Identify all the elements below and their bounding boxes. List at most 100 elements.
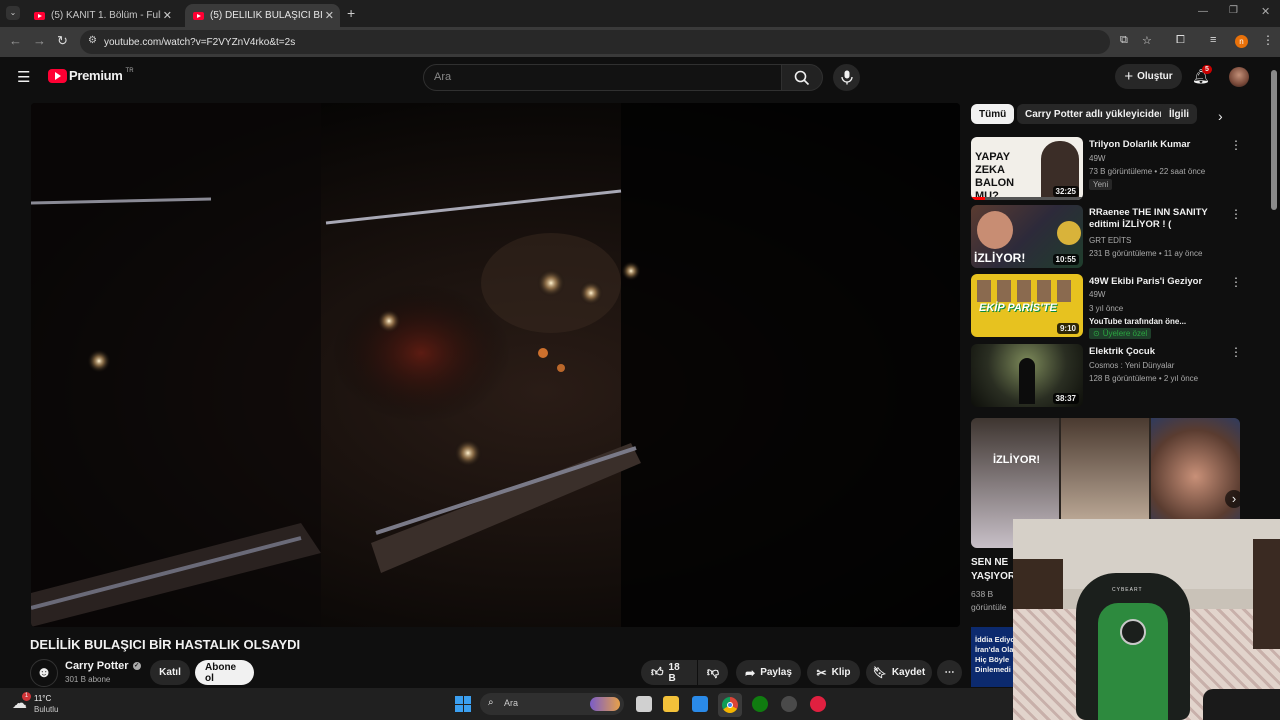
reading-list-icon[interactable]: ≡ [1210,34,1216,46]
like-button[interactable]: 👍︎ 18 B [641,660,697,685]
share-arrow-icon: ➦ [745,665,756,680]
share-button[interactable]: ➦ Paylaş [736,660,801,685]
thumbnail-caption: YAPAY ZEKA BALON MU? [975,151,1015,200]
forward-icon[interactable]: → [33,33,46,48]
close-tab-icon[interactable]: ✕ [163,9,172,22]
taskbar-search-label: Ara [504,698,519,708]
browser-tab-1[interactable]: (5) KANIT 1. Bölüm - Full Bölüm ✕ [26,4,178,27]
suggestion-title[interactable]: RRaenee THE INN SANITY editimi İZLİYOR !… [1089,207,1221,231]
weather-widget[interactable]: ☁ 1 11°C Bulutlu [10,692,90,716]
maximize-window-icon[interactable]: ❐ [1229,5,1238,16]
more-actions-button[interactable]: ⋯ [937,660,962,685]
task-view-icon[interactable] [636,696,652,712]
app-red-icon[interactable] [810,696,826,712]
scrollbar-thumb[interactable] [1271,70,1277,210]
youtube-header: ☰ Premium TR Ara + Oluştur 🔔︎ 5 [0,57,1280,99]
xbox-icon[interactable] [752,696,768,712]
steam-icon[interactable] [781,696,797,712]
minimize-window-icon[interactable]: — [1198,6,1208,17]
suggestion-title[interactable]: 49W Ekibi Paris'i Geziyor [1089,276,1221,287]
suggestion-thumbnail[interactable]: İZLİYOR! 10:55 [971,205,1083,268]
voice-search-button[interactable] [833,64,860,91]
thumbs-up-icon: 👍︎ [651,665,664,679]
browser-menu-icon[interactable]: ⋮ [1262,33,1274,47]
mix-title-line: YAŞIYOR [971,571,1016,582]
suggestion-meta: 73 B görüntüleme • 22 saat önce [1089,167,1206,176]
suggestion-menu-icon[interactable]: ⋮ [1230,139,1242,151]
bookmark-star-icon[interactable]: ☆ [1142,34,1152,47]
url-text: youtube.com/watch?v=F2VYZnV4rko&t=2s [104,36,296,48]
youtube-premium-logo[interactable]: Premium TR [48,68,134,83]
taskbar-search-icon: ⌕ [488,697,494,708]
news-line: İddia Ediyo [975,635,1015,644]
browser-tab-2[interactable]: (5) DELİLİK BULAŞICI BİR HASTALIK ✕ [185,4,340,27]
logo-text: Premium [69,68,123,83]
mix-thumbnail-caption: İZLİYOR! [993,454,1041,466]
suggestion-thumbnail[interactable]: 38:37 [971,344,1083,407]
suggestion-thumbnail[interactable]: EKİP PARİS'TE 9:10 [971,274,1083,337]
suggestion-channel[interactable]: 49W [1089,290,1105,299]
install-app-icon[interactable]: ⧉ [1120,34,1128,47]
mix-views-line: 638 B [971,589,994,599]
browser-toolbar: ← → ↻ ⚙ youtube.com/watch?v=F2VYZnV4rko&… [0,27,1280,57]
close-tab-icon[interactable]: ✕ [325,9,334,22]
search-input[interactable]: Ara [423,64,782,91]
account-avatar[interactable] [1229,67,1249,87]
notifications-button[interactable]: 🔔︎ 5 [1192,65,1212,88]
suggestion-channel[interactable]: 49W [1089,154,1105,163]
extensions-icon[interactable]: ⧠ [1176,34,1185,47]
suggestion-meta: 128 B görüntüleme • 2 yıl önce [1089,374,1199,383]
suggestion-channel[interactable]: GRT EDİTS [1089,236,1131,245]
suggestion-thumbnail[interactable]: YAPAY ZEKA BALON MU? 32:25 [971,137,1083,200]
video-duration: 32:25 [1052,186,1079,197]
chip-from-uploader[interactable]: Carry Potter adlı yükleyiciden [1017,104,1174,124]
subscribe-button[interactable]: Abone ol [195,660,254,685]
suggestion-channel[interactable]: Cosmos : Yeni Dünyalar [1089,361,1174,370]
clip-button[interactable]: ✂ Klip [807,660,860,685]
channel-avatar[interactable]: ☻ [30,659,58,687]
channel-name[interactable]: Carry Potter ✓ [65,660,141,672]
members-check-icon: ⊙ [1093,329,1100,338]
share-label: Paylaş [760,667,792,678]
news-line: Dinlemedi [975,665,1011,674]
weather-temperature: 11°C [34,694,52,703]
site-info-icon[interactable]: ⚙ [88,35,97,46]
search-button[interactable] [781,64,823,91]
create-button[interactable]: + Oluştur [1115,64,1182,89]
windows-start-icon[interactable] [455,696,471,712]
mix-title[interactable]: SEN NE YAŞIYOR [971,556,1015,584]
video-player[interactable] [31,103,960,627]
reload-icon[interactable]: ↻ [57,33,68,49]
suggestion-menu-icon[interactable]: ⋮ [1230,276,1242,288]
taskbar-search[interactable]: ⌕ Ara [480,693,624,715]
suggestion-meta: 3 yıl önce [1089,304,1124,313]
suggestion-menu-icon[interactable]: ⋮ [1230,208,1242,220]
suggestion-title[interactable]: Elektrik Çocuk [1089,346,1221,357]
chair-brand: CYBEART [1112,587,1143,593]
back-icon[interactable]: ← [9,33,22,48]
hamburger-menu-icon[interactable]: ☰ [17,68,30,86]
close-window-icon[interactable]: ✕ [1261,5,1270,18]
save-button[interactable]: 🔖︎ Kaydet [866,660,932,685]
chip-related[interactable]: İlgili [1161,104,1197,124]
chevron-right-icon[interactable]: › [1218,108,1223,124]
suggestion-title[interactable]: Trilyon Dolarlık Kumar [1089,139,1221,150]
chrome-icon[interactable] [718,693,742,717]
join-button[interactable]: Katıl [150,660,190,685]
suggestion-menu-icon[interactable]: ⋮ [1230,346,1242,358]
youtube-logo-icon [48,68,67,83]
browser-tab-bar: ⌄ (5) KANIT 1. Bölüm - Full Bölüm ✕ (5) … [0,0,1280,27]
file-explorer-icon[interactable] [663,696,679,712]
news-thumbnail[interactable]: İddia Ediyo İran'da Ola Hiç Böyle Dinlem… [971,627,1015,687]
youtube-favicon-icon [193,11,204,20]
video-duration: 38:37 [1052,393,1079,404]
new-tab-icon[interactable]: + [347,5,355,21]
dislike-button[interactable]: 👎︎ [698,660,728,685]
chip-all[interactable]: Tümü [971,104,1015,124]
profile-avatar[interactable]: n [1235,35,1248,48]
address-bar[interactable]: ⚙ youtube.com/watch?v=F2VYZnV4rko&t=2s ⧉… [80,30,1152,54]
webcam-overlay: CYBEART [1013,519,1280,720]
microsoft-store-icon[interactable] [692,696,708,712]
next-arrow-button[interactable]: › [1225,490,1240,508]
tab-search-chevron-icon[interactable]: ⌄ [6,6,20,20]
